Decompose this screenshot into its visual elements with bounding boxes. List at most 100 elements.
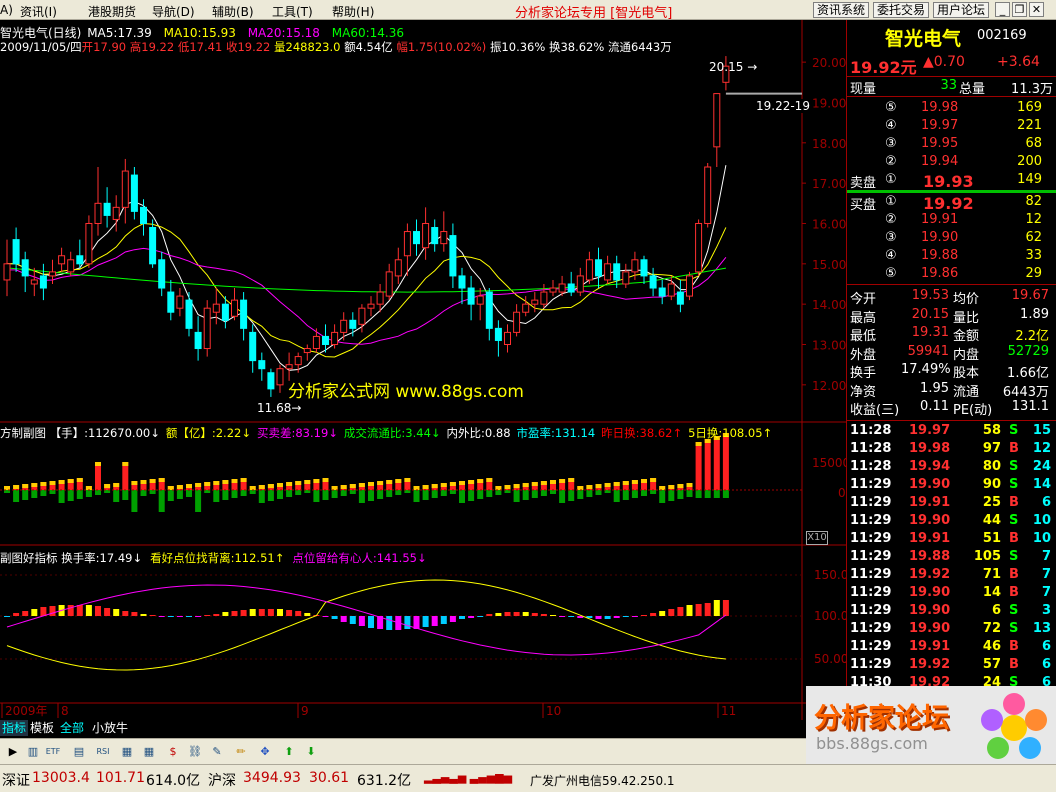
rsi-icon[interactable]: RSI	[94, 743, 112, 761]
candle-body[interactable]	[112, 206, 120, 220]
candle-body[interactable]	[440, 231, 448, 245]
candle-body[interactable]	[149, 227, 157, 265]
arrow-down-icon[interactable]: ⬇	[302, 743, 320, 761]
candle-body[interactable]	[494, 327, 502, 341]
menu-tools[interactable]: 工具(T)	[272, 3, 313, 20]
restore-icon[interactable]: ❐	[1012, 2, 1027, 17]
candle-body[interactable]	[331, 331, 339, 345]
candle-body[interactable]	[713, 93, 721, 148]
candle-body[interactable]	[358, 307, 366, 325]
link-icon[interactable]: ⛓	[186, 743, 204, 761]
candle-body[interactable]	[649, 275, 657, 289]
candle-body[interactable]	[695, 222, 703, 273]
candle-body[interactable]	[522, 303, 530, 313]
candle-body[interactable]	[312, 335, 320, 350]
pencil-icon[interactable]: ✏	[232, 743, 250, 761]
etf-icon[interactable]: ETF	[44, 743, 62, 761]
minimize-icon[interactable]: _	[995, 2, 1010, 17]
candle-body[interactable]	[49, 271, 56, 277]
candle-body[interactable]	[613, 263, 621, 281]
candle-body[interactable]	[58, 255, 66, 265]
scale-x10-button[interactable]: X10	[806, 531, 828, 545]
candle-body[interactable]	[121, 170, 129, 208]
candle-body[interactable]	[103, 202, 111, 216]
candle-body[interactable]	[531, 299, 539, 305]
candle-body[interactable]	[130, 174, 138, 212]
candle-body[interactable]	[658, 287, 666, 297]
move-icon[interactable]: ✥	[256, 743, 274, 761]
candle-body[interactable]	[94, 202, 102, 224]
dollar-icon[interactable]: $	[164, 743, 182, 761]
info-system-button[interactable]: 资讯系统	[813, 2, 869, 18]
table-icon[interactable]: ▦	[118, 743, 136, 761]
candle-body[interactable]	[704, 166, 712, 224]
candle-body[interactable]	[376, 291, 384, 305]
menu-item[interactable]: A)	[0, 3, 13, 17]
edit-icon[interactable]: ✎	[208, 743, 226, 761]
candle-body[interactable]	[231, 299, 238, 317]
candle-body[interactable]	[449, 235, 457, 277]
arrow-up-icon[interactable]: ⬆	[280, 743, 298, 761]
candle-body[interactable]	[558, 283, 566, 293]
candle-body[interactable]	[504, 331, 511, 345]
candle-body[interactable]	[303, 348, 311, 354]
candle-body[interactable]	[385, 271, 393, 297]
candle-body[interactable]	[513, 311, 521, 333]
candle-body[interactable]	[686, 275, 693, 297]
candle-body[interactable]	[76, 255, 84, 265]
candle-body[interactable]	[549, 287, 557, 293]
candle-body[interactable]	[576, 275, 584, 293]
candle-body[interactable]	[85, 222, 93, 265]
grid-icon[interactable]: ▦	[140, 743, 158, 761]
candle-body[interactable]	[349, 319, 357, 329]
candle-body[interactable]	[585, 259, 593, 281]
pointer-icon[interactable]: ▶	[4, 743, 22, 761]
candle-body[interactable]	[422, 222, 430, 249]
trade-button[interactable]: 委托交易	[873, 2, 929, 18]
candle-body[interactable]	[158, 259, 166, 289]
tab-all[interactable]: 全部	[58, 720, 86, 736]
candle-body[interactable]	[467, 287, 475, 305]
candle-body[interactable]	[67, 259, 75, 273]
candle-body[interactable]	[285, 364, 293, 370]
close-icon[interactable]: ✕	[1029, 2, 1044, 17]
candle-body[interactable]	[631, 259, 639, 273]
candle-body[interactable]	[294, 356, 302, 366]
candle-body[interactable]	[39, 275, 47, 289]
candle-body[interactable]	[30, 279, 38, 285]
menu-assist[interactable]: 辅助(B)	[212, 3, 254, 20]
candle-body[interactable]	[258, 360, 266, 370]
candle-body[interactable]	[203, 307, 211, 350]
tab-indicators[interactable]: 指标	[0, 720, 29, 736]
candle-body[interactable]	[667, 283, 675, 297]
candle-body[interactable]	[431, 227, 439, 245]
candle-body[interactable]	[413, 231, 420, 245]
candle-icon[interactable]: ▥	[24, 743, 42, 761]
candle-body[interactable]	[3, 263, 11, 281]
chart-icon[interactable]: ▤	[70, 743, 88, 761]
candle-body[interactable]	[12, 239, 20, 265]
kline-chart[interactable]: 20.00 19.00 18.00 17.00 16.00 15.00 14.00 13.00…	[0, 20, 846, 720]
candle-body[interactable]	[240, 299, 248, 329]
candle-body[interactable]	[476, 295, 484, 305]
candle-body[interactable]	[394, 259, 402, 277]
menu-info[interactable]: 资讯(I)	[20, 3, 57, 20]
tab-xiaofangniu[interactable]: 小放牛	[90, 720, 130, 736]
menu-help[interactable]: 帮助(H)	[332, 3, 374, 20]
candle-body[interactable]	[403, 231, 411, 257]
candle-body[interactable]	[340, 319, 348, 333]
candle-body[interactable]	[276, 368, 284, 386]
candle-body[interactable]	[221, 303, 229, 321]
tab-templates[interactable]: 模板	[28, 720, 56, 736]
candle-body[interactable]	[21, 259, 29, 277]
candle-body[interactable]	[140, 206, 147, 224]
candle-body[interactable]	[167, 291, 175, 313]
candle-body[interactable]	[458, 275, 466, 289]
candle-body[interactable]	[176, 295, 184, 309]
candle-body[interactable]	[185, 299, 193, 329]
candle-body[interactable]	[595, 259, 602, 277]
candle-body[interactable]	[249, 331, 257, 362]
candle-body[interactable]	[640, 259, 648, 277]
menu-hk-futures[interactable]: 港股期货	[88, 3, 136, 20]
candle-body[interactable]	[622, 271, 630, 285]
